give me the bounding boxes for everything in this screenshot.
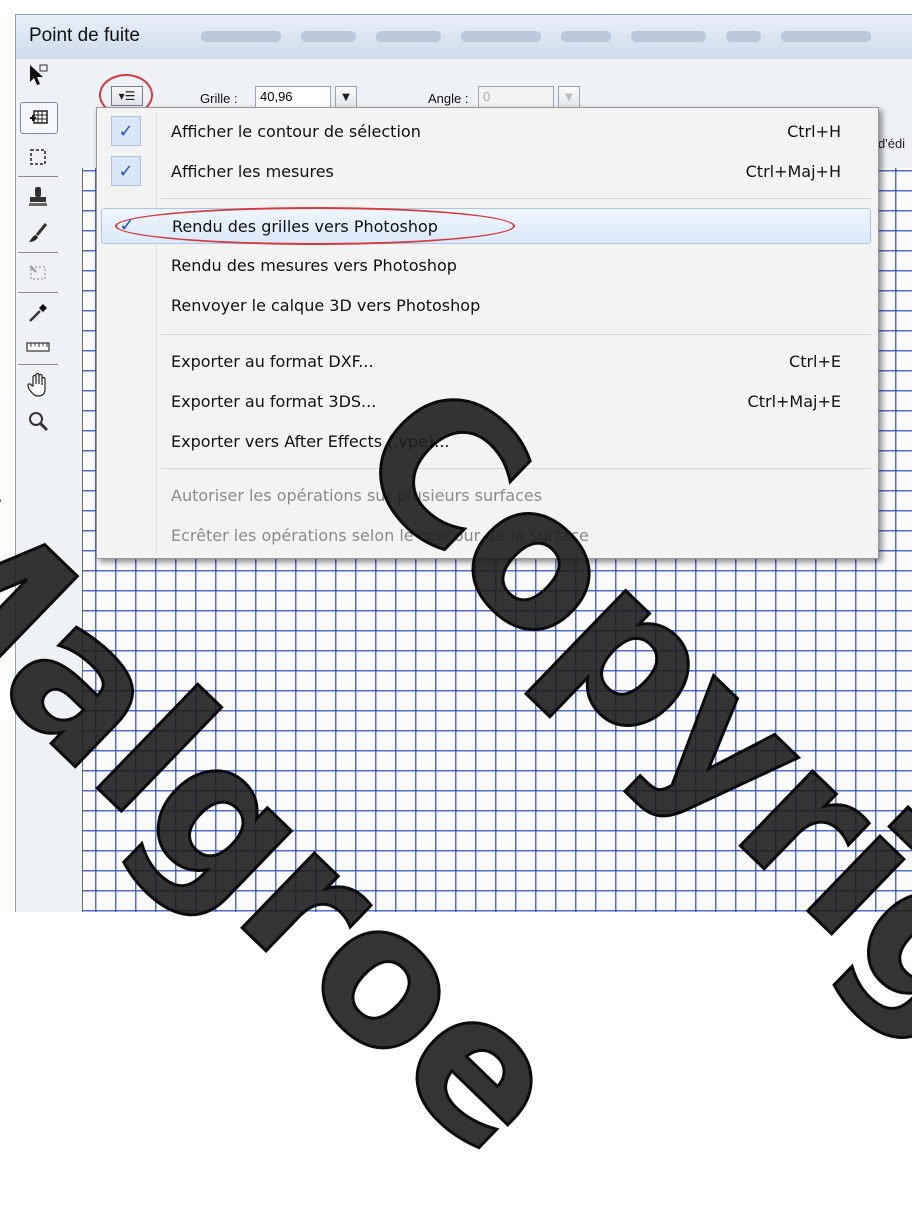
check-icon: ✓ — [119, 215, 135, 236]
angle-label: Angle : — [428, 91, 469, 106]
check-icon: ✓ — [111, 116, 141, 146]
menu-item-render-measurements[interactable]: Rendu des mesures vers Photoshop — [101, 248, 871, 284]
angle-field[interactable]: 0 — [478, 86, 554, 108]
menu-item-allow-multi-surface: Autoriser les opérations sur plusieurs s… — [171, 486, 543, 505]
angle-dropdown-button[interactable]: ▼ — [558, 86, 580, 108]
menu-item-export-dxf[interactable]: Exporter au format DXF... Ctrl+E — [101, 344, 871, 380]
menu-item-clip-to-surface: Ecrêter les opérations selon le contour … — [171, 526, 589, 545]
edit-plane-tool-icon[interactable] — [20, 60, 56, 90]
title-bar: Point de fuite — [16, 15, 912, 59]
check-icon: ✓ — [111, 156, 141, 186]
marquee-tool-icon[interactable] — [20, 142, 56, 172]
menu-item-export-3ds[interactable]: Exporter au format 3DS... Ctrl+Maj+E — [101, 384, 871, 420]
toolbox — [12, 60, 68, 520]
menu-item-show-measurements[interactable]: ✓ Afficher les mesures Ctrl+Maj+H — [101, 154, 871, 190]
menu-item-show-selection-edges[interactable]: ✓ Afficher le contour de sélection Ctrl+… — [101, 114, 871, 150]
options-dropdown-menu: ✓ Afficher le contour de sélection Ctrl+… — [96, 107, 879, 559]
menu-item-export-after-effects[interactable]: Exporter vers After Effects (.vpe)... — [101, 424, 871, 460]
measure-tool-icon[interactable] — [20, 332, 56, 362]
grid-size-field[interactable]: 40,96 — [255, 86, 331, 108]
stamp-tool-icon[interactable] — [20, 182, 56, 212]
create-plane-tool-icon[interactable] — [20, 102, 58, 134]
menu-item-return-3d-layer[interactable]: Renvoyer le calque 3D vers Photoshop — [101, 288, 871, 324]
grid-label: Grille : — [200, 91, 238, 106]
menu-item-render-grids[interactable]: ✓ Rendu des grilles vers Photoshop — [101, 208, 871, 244]
clipped-toolbar-text: d'édi — [878, 136, 906, 151]
eyedropper-tool-icon[interactable] — [20, 298, 56, 328]
grid-dropdown-button[interactable]: ▼ — [335, 86, 357, 108]
hand-tool-icon[interactable] — [20, 370, 56, 400]
options-menu-button[interactable]: ▾☰ — [111, 86, 143, 106]
brush-tool-icon[interactable] — [20, 218, 56, 248]
transform-tool-icon[interactable] — [20, 258, 56, 288]
zoom-tool-icon[interactable] — [20, 406, 56, 436]
window-title: Point de fuite — [29, 25, 140, 46]
